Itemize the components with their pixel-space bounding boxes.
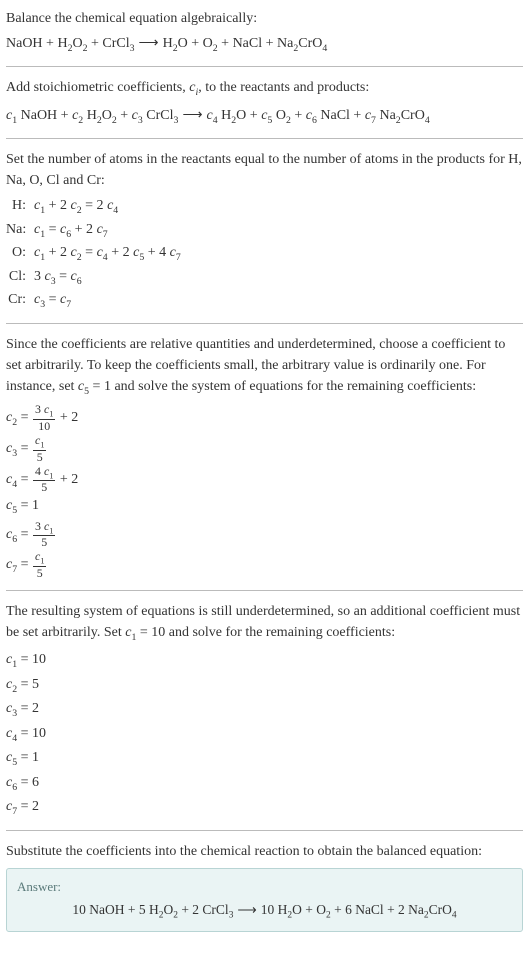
atom-label: Cl: (6, 266, 34, 287)
atom-equation: c1 + 2 c2 = c4 + 2 c5 + 4 c7 (34, 242, 523, 265)
atoms-section: Set the number of atoms in the reactants… (6, 149, 523, 312)
coef-row: c5 = 1 (6, 747, 523, 770)
atom-row: H: c1 + 2 c2 = 2 c4 (6, 195, 523, 218)
stoich-section: Add stoichiometric coefficients, ci, to … (6, 77, 523, 128)
intro-section: Balance the chemical equation algebraica… (6, 8, 523, 56)
divider (6, 66, 523, 67)
atom-label: H: (6, 195, 34, 216)
atom-row: Cl: 3 c3 = c6 (6, 266, 523, 289)
underdet2-text: The resulting system of equations is sti… (6, 601, 523, 645)
atom-row: Na: c1 = c6 + 2 c7 (6, 219, 523, 242)
substitute-section: Substitute the coefficients into the che… (6, 841, 523, 932)
answer-label: Answer: (17, 877, 512, 897)
underdet1-text: Since the coefficients are relative quan… (6, 334, 523, 399)
coef-row: c3 = c15 (6, 434, 523, 464)
atom-row: O: c1 + 2 c2 = c4 + 2 c5 + 4 c7 (6, 242, 523, 265)
intro-equation: NaOH + H2O2 + CrCl3⟶H2O + O2 + NaCl + Na… (6, 33, 523, 56)
atom-equation: c1 + 2 c2 = 2 c4 (34, 195, 523, 218)
atom-equation: 3 c3 = c6 (34, 266, 523, 289)
atom-row: Cr: c3 = c7 (6, 289, 523, 312)
coef-row: c7 = 2 (6, 796, 523, 819)
divider (6, 323, 523, 324)
atom-label: Na: (6, 219, 34, 240)
coef-row: c4 = 4 c15 + 2 (6, 465, 523, 495)
coef-row: c6 = 3 c15 (6, 520, 523, 550)
coef-row: c5 = 1 (6, 495, 523, 518)
intro-title: Balance the chemical equation algebraica… (6, 8, 523, 29)
atom-label: O: (6, 242, 34, 263)
coef-row: c6 = 6 (6, 772, 523, 795)
atom-equation: c3 = c7 (34, 289, 523, 312)
atom-equation: c1 = c6 + 2 c7 (34, 219, 523, 242)
divider (6, 830, 523, 831)
coef-row: c7 = c15 (6, 550, 523, 580)
coef-list-int: c1 = c₁ = 1010 c2 = 5 c3 = 2 c4 = 10 c5 … (6, 649, 523, 819)
stoich-title: Add stoichiometric coefficients, ci, to … (6, 77, 523, 100)
stoich-equation: c1 NaOH + c2 H2O2 + c3 CrCl3⟶c4 H2O + c5… (6, 105, 523, 128)
underdet2-section: The resulting system of equations is sti… (6, 601, 523, 820)
atom-label: Cr: (6, 289, 34, 310)
atom-table: H: c1 + 2 c2 = 2 c4 Na: c1 = c6 + 2 c7 O… (6, 195, 523, 312)
coef-row: c4 = 10 (6, 723, 523, 746)
divider (6, 138, 523, 139)
answer-box: Answer: 10 NaOH + 5 H2O2 + 2 CrCl3⟶10 H2… (6, 868, 523, 932)
underdet1-section: Since the coefficients are relative quan… (6, 334, 523, 580)
coef-row: c2 = 3 c110 + 2 (6, 403, 523, 433)
atoms-title: Set the number of atoms in the reactants… (6, 149, 523, 191)
coef-list-frac: c2 = 3 c110 + 2 c3 = c15 c4 = 4 c15 + 2 … (6, 403, 523, 580)
coef-row: c2 = 5 (6, 674, 523, 697)
coef-row: c3 = 2 (6, 698, 523, 721)
substitute-text: Substitute the coefficients into the che… (6, 841, 523, 862)
answer-equation: 10 NaOH + 5 H2O2 + 2 CrCl3⟶10 H2O + O2 +… (17, 900, 512, 923)
coef-row: c1 = c₁ = 1010 (6, 649, 523, 672)
divider (6, 590, 523, 591)
